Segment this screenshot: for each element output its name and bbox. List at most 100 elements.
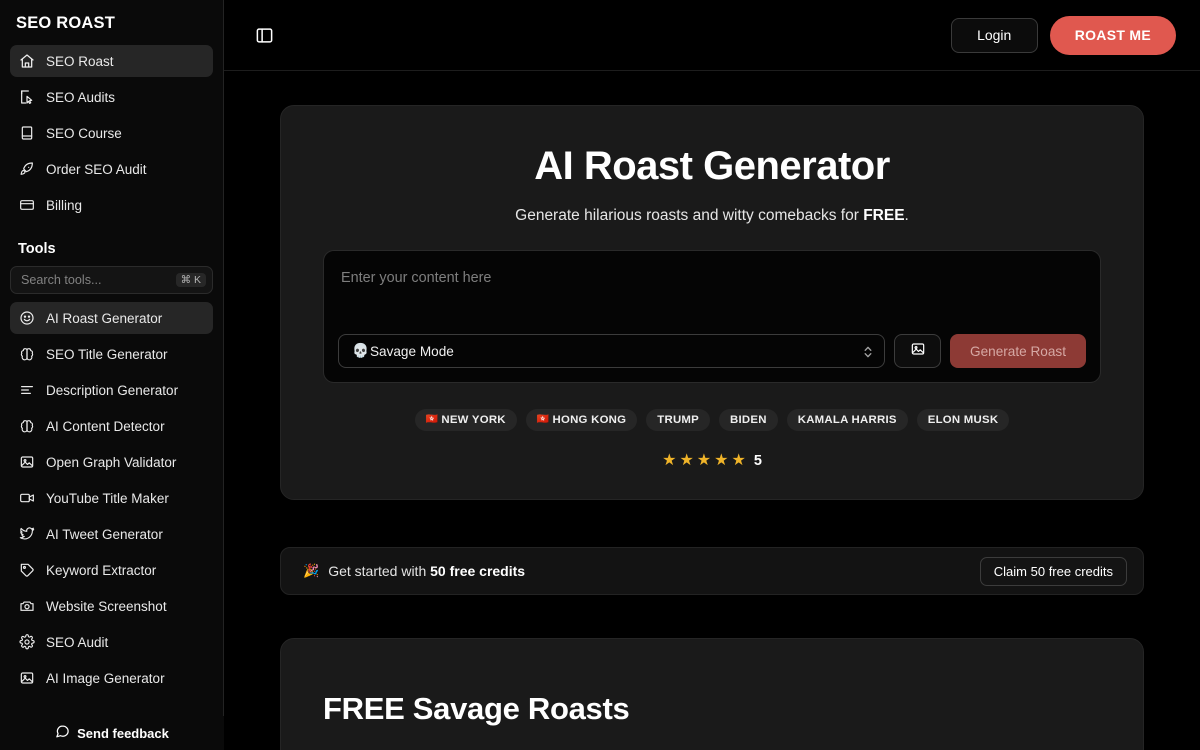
credits-text-pre: Get started with — [328, 563, 431, 579]
sidebar-item-open-graph-validator[interactable]: Open Graph Validator — [10, 446, 213, 478]
free-savage-roasts-card: FREE Savage Roasts — [280, 638, 1144, 750]
app-root: SEO ROAST SEO Roast SEO Audits SEO Cours… — [0, 0, 1200, 750]
image-icon — [19, 670, 35, 686]
sidebar: SEO ROAST SEO Roast SEO Audits SEO Cours… — [0, 0, 224, 750]
roast-mode-select[interactable]: 💀 Savage Mode — [338, 334, 886, 368]
sidebar-item-label: SEO Roast — [46, 53, 114, 69]
star-icon: ★ — [731, 452, 746, 469]
rocket-icon — [19, 161, 35, 177]
sidebar-item-label: AI Tweet Generator — [46, 526, 163, 542]
star-icon: ★ — [679, 452, 694, 469]
smiley-icon — [19, 310, 35, 326]
topbar: Login ROAST ME — [224, 0, 1200, 71]
hero-subtitle-pre: Generate hilarious roasts and witty come… — [515, 207, 864, 224]
sidebar-item-youtube-title-maker[interactable]: YouTube Title Maker — [10, 482, 213, 514]
sidebar-item-label: AI Content Detector — [46, 418, 165, 434]
home-icon — [19, 53, 35, 69]
sidebar-item-label: YouTube Title Maker — [46, 490, 169, 506]
upload-image-button[interactable] — [894, 334, 942, 368]
chip-label: TRUMP — [657, 414, 700, 426]
credits-text-strong: 50 free credits — [430, 563, 526, 579]
sidebar-toggle-icon[interactable] — [250, 21, 278, 49]
chip-hong-kong[interactable]: 🇭🇰 HONG KONG — [525, 409, 638, 431]
credits-text: 🎉 Get started with 50 free credits — [303, 563, 525, 579]
book-icon — [19, 125, 35, 141]
flag-icon: 🇭🇰 — [425, 414, 439, 425]
flag-icon: 🇭🇰 — [536, 414, 550, 425]
chip-biden[interactable]: BIDEN — [719, 409, 778, 431]
rating: ★ ★ ★ ★ ★ 5 — [323, 452, 1101, 470]
login-button[interactable]: Login — [950, 17, 1038, 53]
party-popper-icon: 🎉 — [303, 563, 320, 578]
sidebar-item-order-seo-audit[interactable]: Order SEO Audit — [10, 153, 213, 185]
image-icon — [19, 454, 35, 470]
card-icon — [19, 197, 35, 213]
lines-icon — [19, 382, 35, 398]
main-area: Login ROAST ME AI Roast Generator Genera… — [224, 0, 1200, 750]
search-input[interactable]: Search tools... ⌘ K — [10, 266, 213, 294]
sidebar-item-ai-image-generator[interactable]: AI Image Generator — [10, 662, 213, 694]
sidebar-search-wrapper: Search tools... ⌘ K — [0, 266, 223, 298]
chip-new-york[interactable]: 🇭🇰 NEW YORK — [414, 409, 517, 431]
chip-kamala-harris[interactable]: KAMALA HARRIS — [786, 409, 908, 431]
sidebar-tools-list: AI Roast Generator SEO Title Generator D… — [0, 298, 223, 750]
generate-roast-button[interactable]: Generate Roast — [950, 334, 1086, 368]
video-icon — [19, 490, 35, 506]
roast-mode-value: Savage Mode — [369, 343, 454, 359]
free-savage-roasts-title: FREE Savage Roasts — [323, 691, 630, 726]
chip-label: BIDEN — [730, 414, 767, 426]
sidebar-item-seo-roast[interactable]: SEO Roast — [10, 45, 213, 77]
brain-icon — [19, 418, 35, 434]
roast-mode-label: 💀 Savage Mode — [352, 343, 863, 359]
star-icon: ★ — [696, 452, 712, 469]
chip-label: ELON MUSK — [927, 414, 999, 426]
claim-credits-button[interactable]: Claim 50 free credits — [979, 556, 1127, 586]
chip-trump[interactable]: TRUMP — [646, 409, 711, 431]
sidebar-item-seo-audits[interactable]: SEO Audits — [10, 81, 213, 113]
camera-icon — [19, 598, 35, 614]
sidebar-item-ai-content-detector[interactable]: AI Content Detector — [10, 410, 213, 442]
sidebar-item-billing[interactable]: Billing — [10, 189, 213, 221]
send-feedback-label: Send feedback — [77, 725, 169, 741]
image-icon — [910, 341, 926, 362]
sidebar-item-label: AI Roast Generator — [46, 310, 163, 326]
credits-text-inner: Get started with 50 free credits — [328, 563, 525, 579]
star-icon: ★ — [714, 452, 729, 469]
sidebar-item-label: Order SEO Audit — [46, 161, 147, 177]
sidebar-tools-heading: Tools — [18, 241, 56, 257]
main-content: AI Roast Generator Generate hilarious ro… — [224, 71, 1200, 750]
sidebar-item-seo-course[interactable]: SEO Course — [10, 117, 213, 149]
page-title: AI Roast Generator — [534, 144, 890, 188]
rating-value: 5 — [753, 453, 762, 469]
hero-card: AI Roast Generator Generate hilarious ro… — [280, 105, 1144, 500]
hero-subtitle-strong: FREE — [863, 207, 905, 224]
hero-subtitle-post: . — [904, 207, 909, 224]
sidebar-item-description-generator[interactable]: Description Generator — [10, 374, 213, 406]
chip-label: NEW YORK — [441, 414, 506, 426]
brain-icon — [19, 346, 35, 362]
sidebar-item-seo-audit[interactable]: SEO Audit — [10, 626, 213, 658]
roast-me-button[interactable]: ROAST ME — [1049, 15, 1176, 55]
sidebar-brand: SEO ROAST — [16, 14, 115, 32]
sidebar-item-ai-roast-generator[interactable]: AI Roast Generator — [10, 302, 213, 334]
sidebar-item-keyword-extractor[interactable]: Keyword Extractor — [10, 554, 213, 586]
sidebar-item-seo-title-generator[interactable]: SEO Title Generator — [10, 338, 213, 370]
content-textarea[interactable] — [338, 265, 1086, 321]
sidebar-item-label: SEO Course — [46, 125, 122, 141]
chip-label: HONG KONG — [552, 414, 627, 426]
chevron-updown-icon — [863, 344, 873, 359]
sidebar-item-website-screenshot[interactable]: Website Screenshot — [10, 590, 213, 622]
chip-label: KAMALA HARRIS — [797, 414, 897, 426]
chip-elon-musk[interactable]: ELON MUSK — [916, 409, 1010, 431]
sidebar-item-ai-tweet-generator[interactable]: AI Tweet Generator — [10, 518, 213, 550]
cursor-icon — [19, 89, 35, 105]
gear-icon — [19, 634, 35, 650]
chat-bubble-icon — [55, 724, 70, 742]
main-scroll-region[interactable]: AI Roast Generator Generate hilarious ro… — [224, 71, 1200, 750]
sidebar-item-label: Website Screenshot — [46, 598, 167, 614]
sidebar-item-label: SEO Audit — [46, 634, 109, 650]
star-icon: ★ — [662, 452, 677, 469]
hero-subtitle: Generate hilarious roasts and witty come… — [323, 207, 1101, 225]
send-feedback-button[interactable]: Send feedback — [0, 716, 224, 750]
tag-icon — [19, 562, 35, 578]
